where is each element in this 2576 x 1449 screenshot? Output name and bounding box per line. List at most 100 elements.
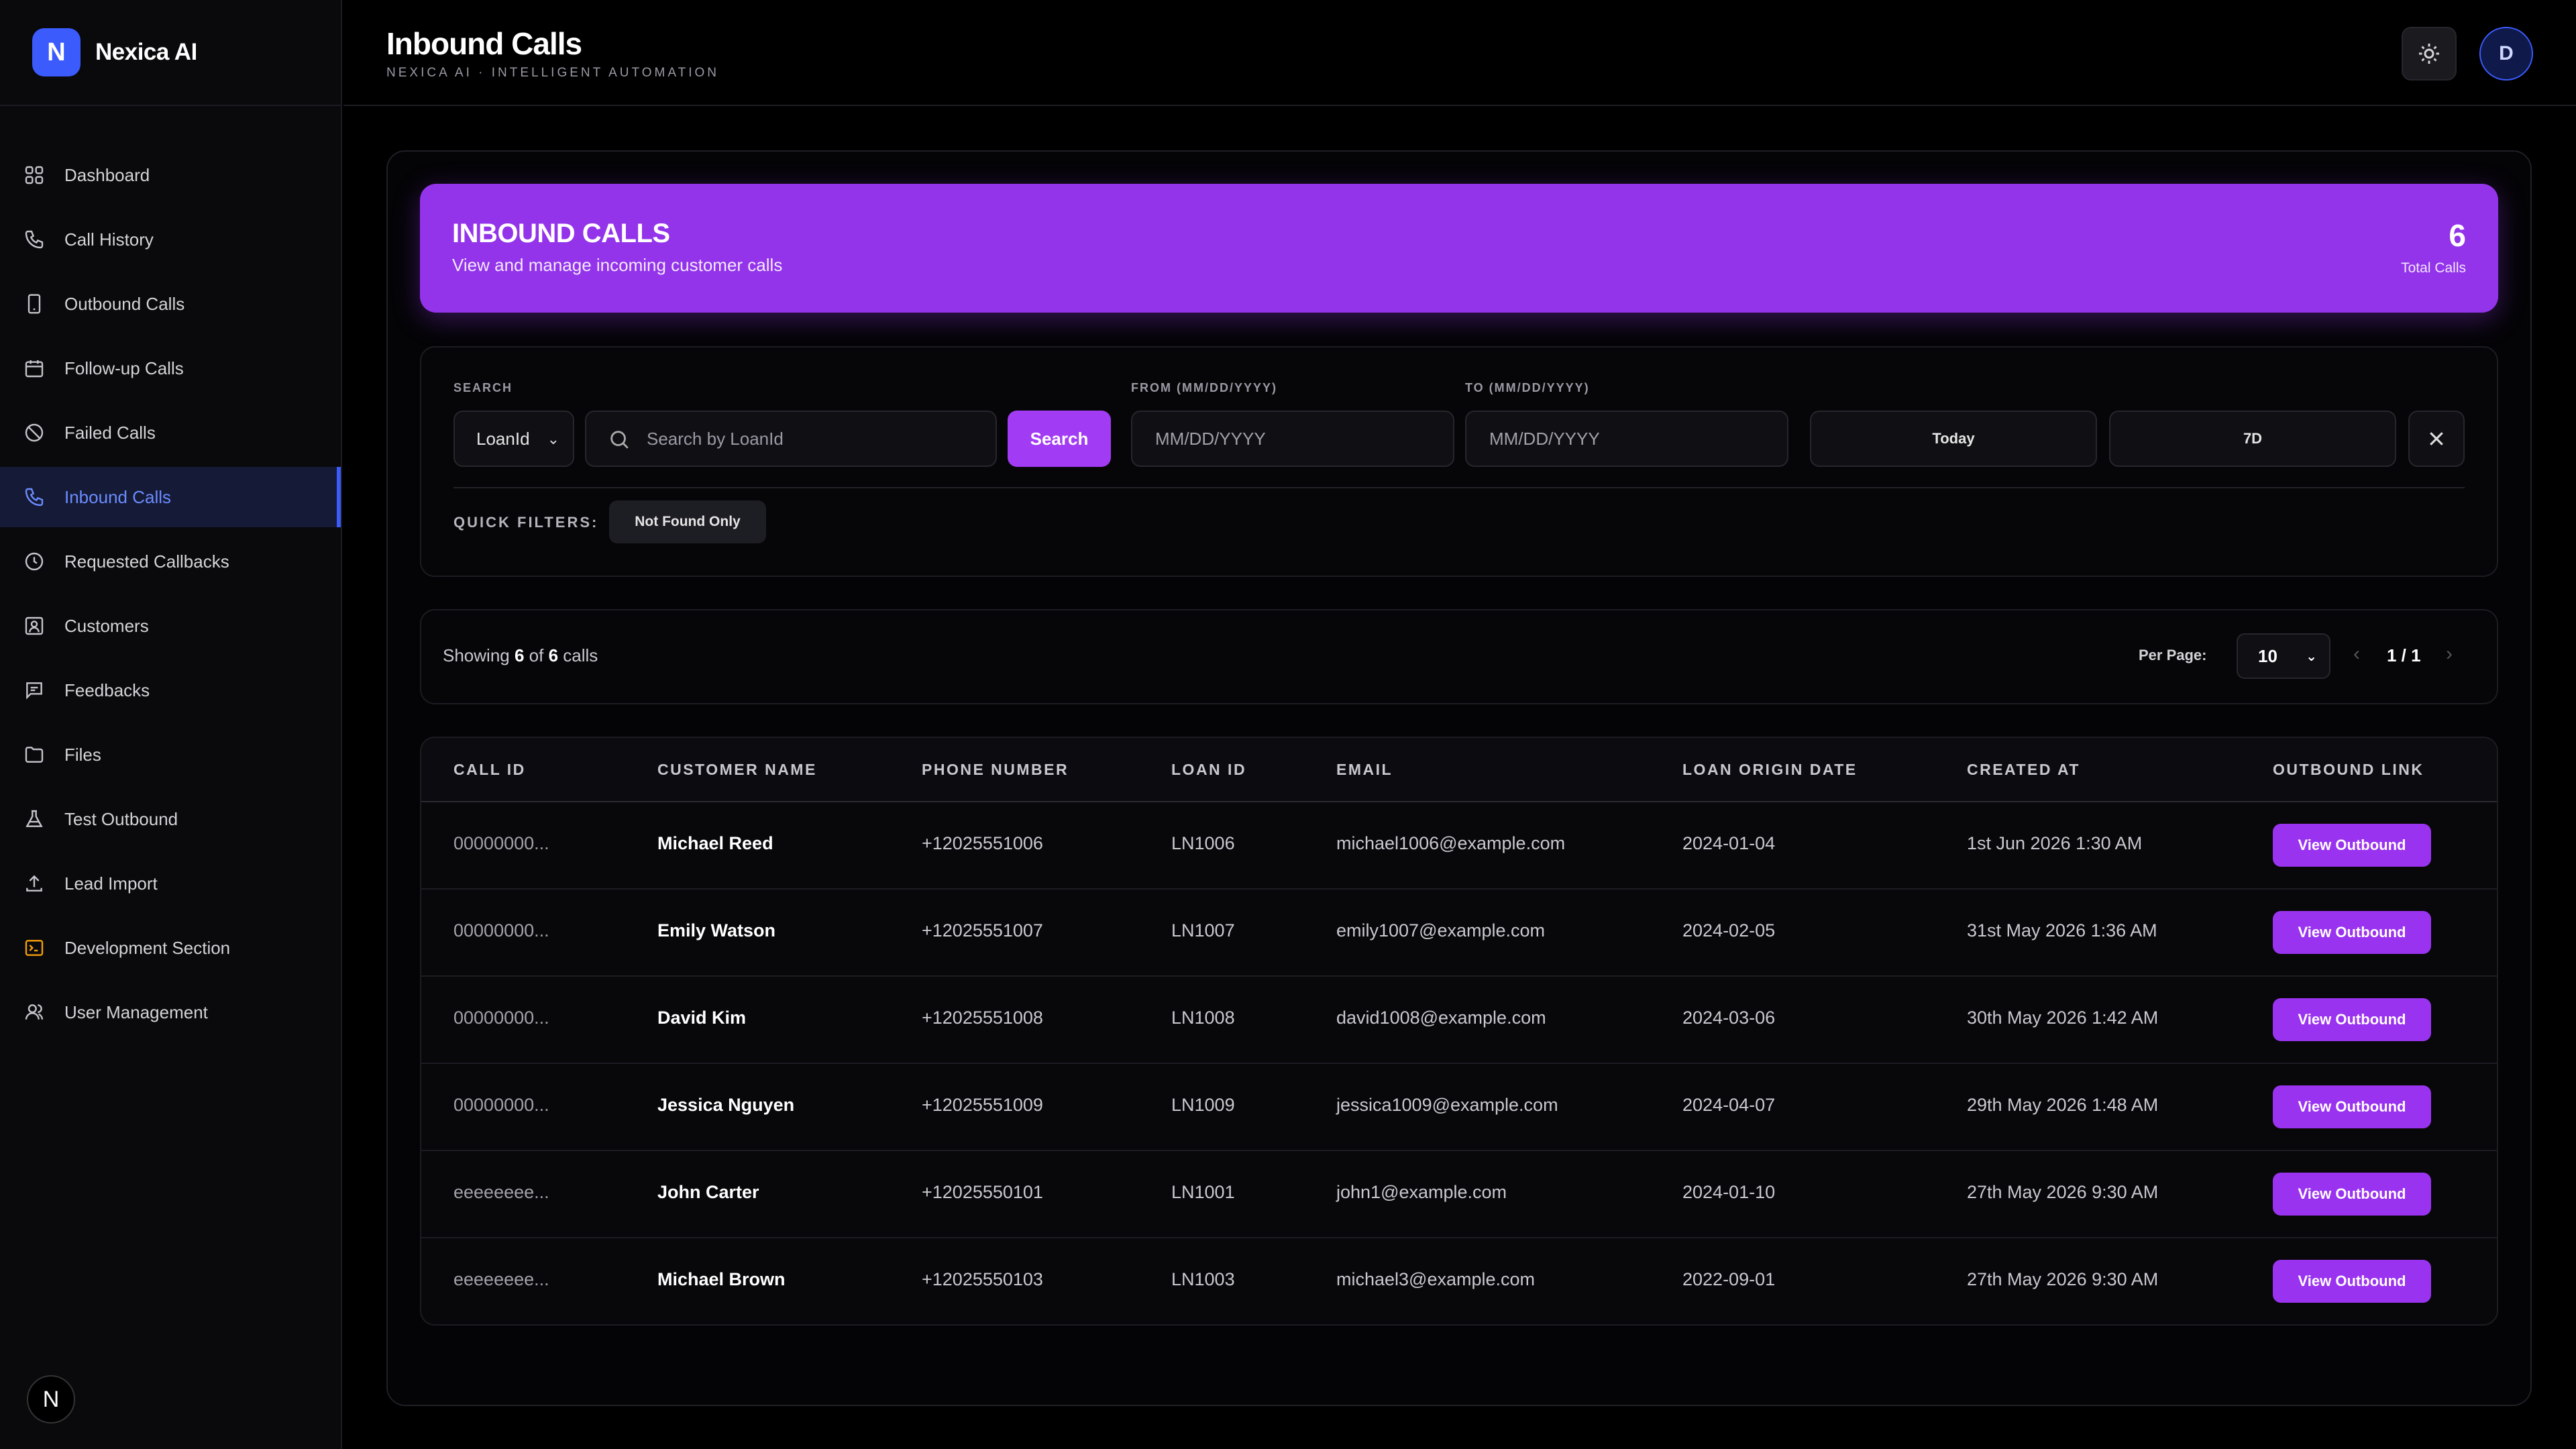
created-at-cell: 31st May 2026 1:36 AM [1967, 920, 2157, 941]
sidebar-item-lead-import[interactable]: Lead Import [0, 853, 341, 914]
loan-origin-cell: 2024-01-04 [1682, 833, 1776, 853]
filter-panel: SEARCH FROM (MM/DD/YYYY) TO (MM/DD/YYYY)… [420, 346, 2498, 577]
search-type-select[interactable]: LoanId ⌄ [453, 411, 574, 467]
column-created-at[interactable]: CREATED AT [1967, 761, 2080, 779]
quick-filters-label: QUICK FILTERS: [453, 514, 599, 531]
view-outbound-button[interactable]: View Outbound [2273, 824, 2431, 867]
sidebar-item-development-section[interactable]: Development Section [0, 918, 341, 978]
sidebar-item-label: Failed Calls [64, 422, 156, 443]
column-customer-name[interactable]: CUSTOMER NAME [657, 761, 817, 779]
folder-icon [23, 743, 46, 766]
call-id-cell: 00000000... [453, 833, 549, 853]
customer-name-cell: Michael Reed [657, 833, 773, 853]
loan-origin-cell: 2022-09-01 [1682, 1269, 1776, 1289]
contact-icon [23, 614, 46, 637]
sidebar-item-label: Dashboard [64, 164, 150, 185]
email-cell: michael1006@example.com [1336, 833, 1566, 853]
call-id-cell: eeeeeeee... [453, 1182, 549, 1202]
next-page-button[interactable]: › [2446, 643, 2453, 665]
customer-name-cell: Jessica Nguyen [657, 1095, 795, 1115]
banner-title: INBOUND CALLS [452, 219, 670, 248]
view-outbound-button[interactable]: View Outbound [2273, 1260, 2431, 1303]
column-loan-id[interactable]: LOAN ID [1171, 761, 1246, 779]
brand[interactable]: N Nexica AI [0, 0, 341, 106]
table-row[interactable]: 00000000... Emily Watson +12025551007 LN… [421, 890, 2497, 977]
search-input[interactable]: Search by LoanId [585, 411, 997, 467]
theme-toggle-button[interactable] [2402, 27, 2457, 80]
column-call-id[interactable]: CALL ID [453, 761, 526, 779]
sidebar-item-label: Development Section [64, 937, 231, 958]
to-date-label: TO (MM/DD/YYYY) [1465, 381, 1590, 394]
table-row[interactable]: 00000000... David Kim +12025551008 LN100… [421, 977, 2497, 1064]
not-found-only-chip[interactable]: Not Found Only [609, 500, 766, 543]
seven-day-button[interactable]: 7D [2109, 411, 2396, 467]
page-indicator: 1 / 1 [2387, 645, 2421, 665]
sidebar-item-dashboard[interactable]: Dashboard [0, 145, 341, 205]
page-title: Inbound Calls [386, 26, 582, 61]
upload-icon [23, 872, 46, 895]
call-id-cell: 00000000... [453, 1095, 549, 1115]
phone-cell: +12025551006 [922, 833, 1043, 853]
sidebar-item-user-management[interactable]: User Management [0, 982, 341, 1042]
chevron-down-icon: ⌄ [547, 431, 559, 447]
user-avatar[interactable]: D [2479, 27, 2533, 80]
table-row[interactable]: eeeeeeee... Michael Brown +12025550103 L… [421, 1238, 2497, 1324]
sidebar-item-requested-callbacks[interactable]: Requested Callbacks [0, 531, 341, 592]
sidebar-item-failed-calls[interactable]: Failed Calls [0, 402, 341, 463]
sidebar: N Nexica AI Dashboard Call History Outbo… [0, 0, 342, 1449]
framework-badge[interactable]: N [27, 1375, 75, 1424]
sidebar-item-label: Test Outbound [64, 808, 178, 829]
grid-icon [23, 164, 46, 186]
showing-summary: Showing 6 of 6 calls [443, 645, 598, 666]
sidebar-item-inbound-calls[interactable]: Inbound Calls [0, 467, 341, 527]
loan-origin-cell: 2024-03-06 [1682, 1008, 1776, 1028]
view-outbound-button[interactable]: View Outbound [2273, 911, 2431, 954]
column-phone-number[interactable]: PHONE NUMBER [922, 761, 1069, 779]
column-loan-origin-date[interactable]: LOAN ORIGIN DATE [1682, 761, 1858, 779]
sidebar-item-label: Files [64, 744, 101, 765]
column-outbound-link[interactable]: OUTBOUND LINK [2273, 761, 2424, 779]
to-date-input[interactable]: MM/DD/YYYY [1465, 411, 1788, 467]
search-icon [610, 431, 629, 449]
loan-origin-cell: 2024-02-05 [1682, 920, 1776, 941]
total-calls-label: Total Calls [2401, 260, 2466, 276]
sidebar-item-label: Call History [64, 229, 154, 250]
ban-icon [23, 421, 46, 444]
sidebar-item-label: Outbound Calls [64, 293, 185, 314]
search-button[interactable]: Search [1008, 411, 1111, 467]
table-row[interactable]: eeeeeeee... John Carter +12025550101 LN1… [421, 1151, 2497, 1238]
table-header: CALL ID CUSTOMER NAME PHONE NUMBER LOAN … [421, 738, 2497, 802]
view-outbound-button[interactable]: View Outbound [2273, 1085, 2431, 1128]
phone-cell: +12025551007 [922, 920, 1043, 941]
per-page-label: Per Page: [2139, 647, 2207, 663]
previous-page-button[interactable]: ‹ [2353, 643, 2360, 665]
from-date-input[interactable]: MM/DD/YYYY [1131, 411, 1454, 467]
sidebar-item-follow-up-calls[interactable]: Follow-up Calls [0, 338, 341, 398]
sidebar-item-outbound-calls[interactable]: Outbound Calls [0, 274, 341, 334]
customer-name-cell: Michael Brown [657, 1269, 786, 1289]
phone-cell: +12025550103 [922, 1269, 1043, 1289]
search-type-value: LoanId [476, 428, 530, 449]
users-icon [23, 1001, 46, 1024]
sidebar-item-files[interactable]: Files [0, 724, 341, 785]
created-at-cell: 27th May 2026 9:30 AM [1967, 1182, 2159, 1202]
email-cell: john1@example.com [1336, 1182, 1507, 1202]
call-id-cell: 00000000... [453, 920, 549, 941]
table-row[interactable]: 00000000... Jessica Nguyen +12025551009 … [421, 1064, 2497, 1151]
sidebar-item-feedbacks[interactable]: Feedbacks [0, 660, 341, 720]
clear-filters-button[interactable] [2408, 411, 2465, 467]
from-date-label: FROM (MM/DD/YYYY) [1131, 381, 1277, 394]
view-outbound-button[interactable]: View Outbound [2273, 998, 2431, 1041]
sidebar-item-test-outbound[interactable]: Test Outbound [0, 789, 341, 849]
created-at-cell: 1st Jun 2026 1:30 AM [1967, 833, 2143, 853]
sidebar-nav: Dashboard Call History Outbound Calls Fo… [0, 106, 341, 1042]
created-at-cell: 30th May 2026 1:42 AM [1967, 1008, 2159, 1028]
sidebar-item-call-history[interactable]: Call History [0, 209, 341, 270]
sidebar-item-customers[interactable]: Customers [0, 596, 341, 656]
loan-origin-cell: 2024-04-07 [1682, 1095, 1776, 1115]
today-button[interactable]: Today [1810, 411, 2097, 467]
table-row[interactable]: 00000000... Michael Reed +12025551006 LN… [421, 802, 2497, 890]
per-page-select[interactable]: 10 ⌄ [2237, 633, 2330, 679]
view-outbound-button[interactable]: View Outbound [2273, 1173, 2431, 1216]
column-email[interactable]: EMAIL [1336, 761, 1393, 779]
